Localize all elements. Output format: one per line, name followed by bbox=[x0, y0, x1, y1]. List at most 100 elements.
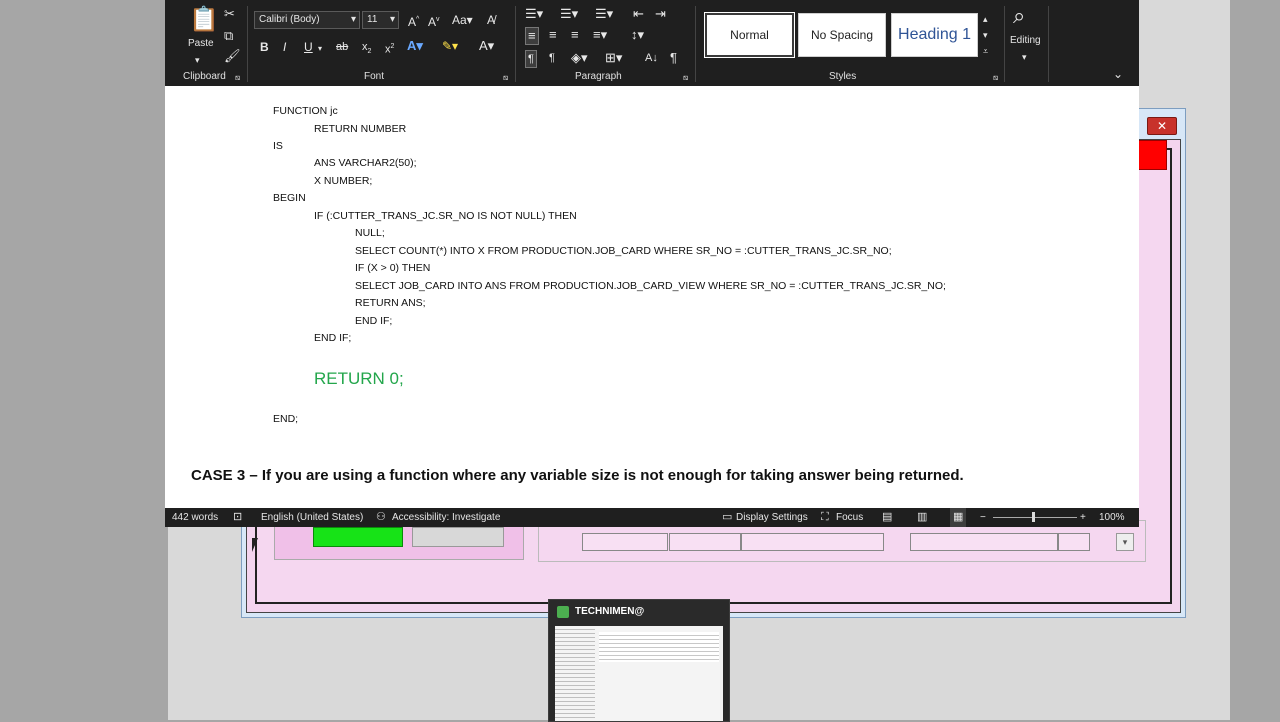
style-no-spacing[interactable]: No Spacing bbox=[798, 13, 886, 57]
word-count[interactable]: 442 words bbox=[172, 508, 218, 527]
styles-scroll-down-icon[interactable]: ▾ bbox=[983, 28, 988, 42]
chevron-down-icon: ▾ bbox=[389, 14, 395, 25]
borders-icon[interactable]: ⊞▾ bbox=[605, 50, 622, 66]
document-page[interactable]: FUNCTION jc RETURN NUMBER IS ANS VARCHAR… bbox=[165, 86, 1139, 508]
collapse-ribbon-icon[interactable]: ⌄ bbox=[1113, 66, 1123, 82]
forms-grid-scroll-down[interactable]: ▾ bbox=[1116, 533, 1134, 551]
proofing-icon[interactable]: ⊡ bbox=[233, 508, 242, 527]
copy-icon[interactable]: ⧉ bbox=[224, 28, 233, 44]
editing-button[interactable]: Editing bbox=[1010, 35, 1041, 46]
change-case-icon[interactable]: Aa▾ bbox=[452, 12, 473, 28]
bold-icon[interactable]: B bbox=[260, 39, 269, 55]
sort-icon[interactable]: A↓ bbox=[645, 50, 658, 66]
taskbar-thumbnail[interactable]: TECHNIMEN@ bbox=[548, 599, 730, 722]
display-settings-icon[interactable]: ▭ bbox=[722, 508, 732, 527]
show-formatting-icon[interactable]: ¶ bbox=[670, 50, 677, 66]
code-text: FUNCTION jc bbox=[273, 105, 338, 117]
style-normal[interactable]: Normal bbox=[704, 12, 795, 58]
accessibility-icon[interactable]: ⚇ bbox=[376, 508, 386, 527]
styles-more-icon[interactable]: ⩡ bbox=[983, 44, 988, 58]
paste-dropdown-icon[interactable]: ▾ bbox=[195, 52, 200, 68]
clipboard-launcher-icon[interactable]: ⧅ bbox=[235, 70, 240, 86]
code-line: SELECT COUNT(*) INTO X FROM PRODUCTION.J… bbox=[355, 245, 892, 257]
shrink-font-icon[interactable]: Av bbox=[428, 12, 440, 30]
align-right-icon[interactable]: ≡ bbox=[571, 27, 579, 43]
underline-icon[interactable]: U bbox=[304, 39, 313, 55]
search-icon[interactable]: ⌕ bbox=[1013, 4, 1025, 28]
forms-close-button[interactable]: ✕ bbox=[1147, 117, 1177, 135]
shading-icon[interactable]: ◈▾ bbox=[571, 50, 588, 66]
font-size-select[interactable]: 11 ▾ bbox=[362, 11, 399, 29]
styles-launcher-icon[interactable]: ⧅ bbox=[993, 70, 998, 86]
decrease-indent-icon[interactable]: ⇤ bbox=[633, 6, 644, 22]
forms-gray-button[interactable] bbox=[412, 527, 504, 547]
forms-green-button[interactable] bbox=[313, 527, 403, 547]
clear-formatting-icon[interactable]: A̸ bbox=[487, 12, 495, 28]
app-icon bbox=[557, 606, 569, 618]
code-line: FUNCTION jc bbox=[273, 105, 338, 117]
code-line: END IF; bbox=[314, 332, 352, 344]
subscript-icon[interactable]: x2 bbox=[362, 39, 371, 60]
font-color-icon[interactable]: A▾ bbox=[479, 38, 494, 54]
superscript-icon[interactable]: x2 bbox=[385, 39, 394, 58]
display-settings-button[interactable]: Display Settings bbox=[736, 508, 808, 527]
text-effects-icon[interactable]: A▾ bbox=[407, 38, 423, 54]
code-line: RETURN NUMBER bbox=[314, 123, 407, 135]
style-heading-1[interactable]: Heading 1 bbox=[891, 13, 978, 57]
strikethrough-icon[interactable]: ab bbox=[336, 39, 348, 55]
zoom-out-icon[interactable]: − bbox=[980, 508, 986, 527]
justify-icon[interactable]: ≡▾ bbox=[593, 27, 607, 43]
language-status[interactable]: English (United States) bbox=[261, 508, 363, 527]
styles-scroll-up-icon[interactable]: ▴ bbox=[983, 12, 988, 26]
paste-button[interactable]: Paste bbox=[188, 38, 214, 49]
align-center-icon[interactable]: ≡ bbox=[549, 27, 557, 43]
line-spacing-icon[interactable]: ↕▾ bbox=[631, 27, 644, 43]
print-layout-icon[interactable]: ▥ bbox=[917, 508, 927, 527]
code-line: SELECT JOB_CARD INTO ANS FROM PRODUCTION… bbox=[355, 280, 946, 292]
zoom-slider-track[interactable] bbox=[993, 517, 1077, 518]
cut-icon[interactable]: ✂ bbox=[224, 6, 235, 22]
focus-button[interactable]: Focus bbox=[836, 508, 863, 527]
highlight-icon[interactable]: ✎▾ bbox=[442, 38, 458, 54]
paragraph-launcher-icon[interactable]: ⧅ bbox=[683, 70, 688, 86]
paragraph-group-label: Paragraph bbox=[575, 71, 622, 82]
thumbnail-content bbox=[599, 632, 719, 662]
focus-icon[interactable]: ⛶ bbox=[821, 508, 829, 527]
forms-grid-cell[interactable] bbox=[910, 533, 1058, 551]
zoom-in-icon[interactable]: + bbox=[1080, 508, 1086, 527]
multilevel-list-icon[interactable]: ☰▾ bbox=[595, 6, 613, 22]
forms-grid-cell[interactable] bbox=[741, 533, 884, 551]
bullets-icon[interactable]: ☰▾ bbox=[525, 6, 543, 22]
font-launcher-icon[interactable]: ⧅ bbox=[503, 70, 508, 86]
ltr-text-icon[interactable]: ¶ bbox=[525, 50, 537, 68]
code-line: BEGIN bbox=[273, 192, 306, 204]
align-left-icon[interactable]: ≡ bbox=[525, 27, 539, 45]
code-line: X NUMBER; bbox=[314, 175, 373, 187]
font-family-select[interactable]: Calibri (Body) ▾ bbox=[254, 11, 360, 29]
forms-grid-cell[interactable] bbox=[669, 533, 741, 551]
chevron-down-icon[interactable]: ▾ bbox=[318, 41, 322, 57]
mouse-cursor-icon bbox=[252, 538, 258, 552]
forms-grid-cell[interactable] bbox=[582, 533, 668, 551]
chevron-down-icon[interactable]: ▾ bbox=[1022, 49, 1027, 65]
code-line: NULL; bbox=[355, 227, 385, 239]
ribbon-separator bbox=[1048, 6, 1049, 82]
grow-font-icon[interactable]: A^ bbox=[408, 12, 419, 30]
read-mode-icon[interactable]: ▤ bbox=[882, 508, 892, 527]
web-layout-icon[interactable]: ▦ bbox=[950, 508, 967, 527]
zoom-slider-thumb[interactable] bbox=[1032, 512, 1035, 522]
accessibility-status[interactable]: Accessibility: Investigate bbox=[392, 508, 500, 527]
format-painter-icon[interactable]: 🖌 bbox=[224, 48, 241, 64]
paste-icon[interactable]: 📋 bbox=[189, 8, 219, 32]
ribbon-separator bbox=[515, 6, 516, 82]
forms-grid-cell[interactable] bbox=[1058, 533, 1090, 551]
code-line: ANS VARCHAR2(50); bbox=[314, 157, 417, 169]
increase-indent-icon[interactable]: ⇥ bbox=[655, 6, 666, 22]
zoom-level[interactable]: 100% bbox=[1099, 508, 1125, 527]
ribbon-separator bbox=[1004, 6, 1005, 82]
rtl-text-icon[interactable]: ¶ bbox=[549, 50, 555, 66]
numbering-icon[interactable]: ☰▾ bbox=[560, 6, 578, 22]
thumbnail-sidebar bbox=[555, 626, 595, 721]
italic-icon[interactable]: I bbox=[283, 39, 286, 55]
code-line: IS bbox=[273, 140, 283, 152]
